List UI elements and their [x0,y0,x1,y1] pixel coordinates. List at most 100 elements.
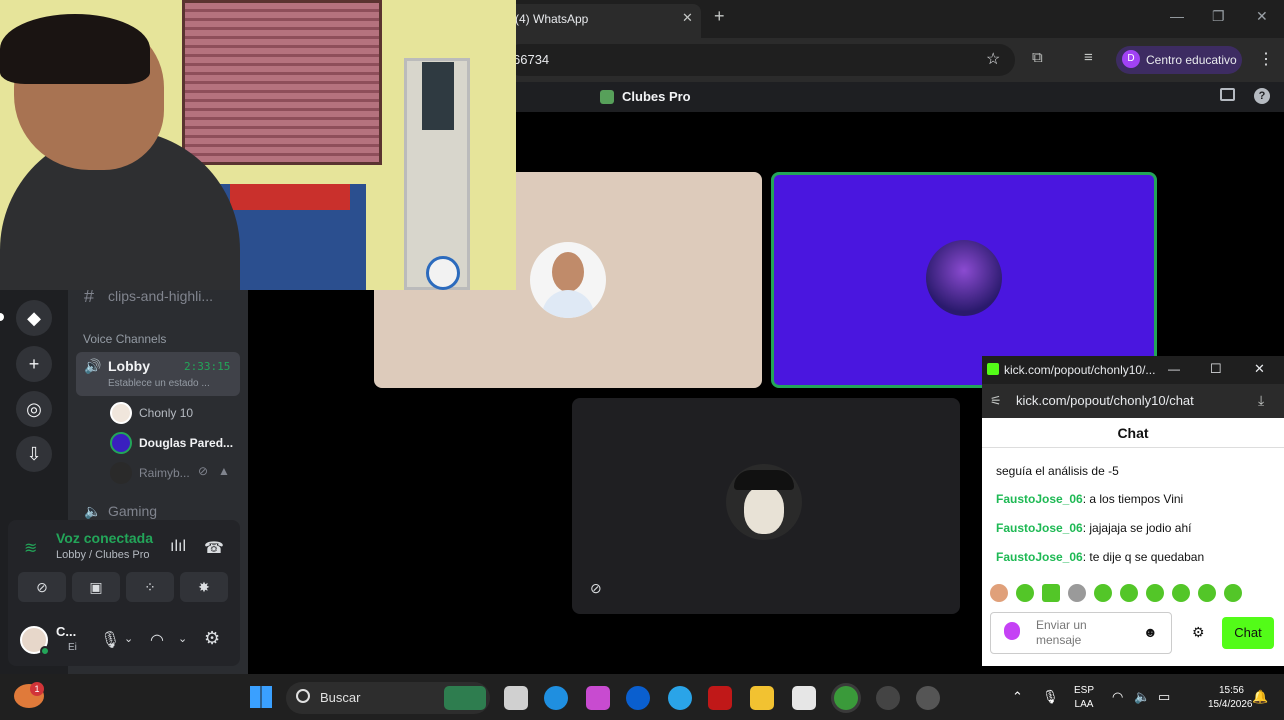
file-explorer-icon[interactable] [750,686,774,710]
close-popup-button[interactable]: ✕ [1254,361,1265,377]
voice-status[interactable]: Voz conectada [56,530,153,546]
browser-tab[interactable]: (4) WhatsApp [505,4,701,38]
emote-icon[interactable] [990,584,1008,602]
speaker-icon: 🔈 [84,503,102,519]
member-raimy[interactable]: Raimyb... [139,466,190,480]
lobby-status[interactable]: Establece un estado ... [108,378,226,389]
download-icon[interactable]: ⇩ [16,436,52,472]
emote-icon[interactable] [1016,584,1034,602]
noise-suppression-icon[interactable]: ılıl [170,538,186,556]
emote-icon[interactable] [1042,584,1060,602]
signal-icon[interactable]: ≋ [24,538,37,558]
chrome-menu-icon[interactable]: ⋮ [1258,49,1274,69]
address-bar[interactable]: 66734 [505,44,1015,76]
volume-icon[interactable]: 🔈 [1134,689,1150,705]
task-view-icon[interactable] [504,686,528,710]
tv-reflection [422,62,454,130]
battery-icon[interactable]: ▭ [1158,689,1170,705]
voice-channel-gaming[interactable]: Gaming [108,503,157,519]
clock-date: 15/4/2026 [1208,699,1253,710]
chat-text: : te dije q se quedaban [1082,550,1205,564]
chat-message: FaustoJose_06: a los tiempos Vini [996,492,1262,506]
window-blind [182,0,382,165]
voice-channels-header[interactable]: Voice Channels [83,332,166,346]
close-window-button[interactable]: ✕ [1256,8,1268,25]
language-indicator[interactable]: ESP LAA [1074,684,1094,712]
emote-icon[interactable] [1068,584,1086,602]
clock[interactable]: 15:56 15/4/2026 [1208,684,1253,712]
site-settings-icon[interactable]: ⚟ [990,393,1002,409]
headphones-icon[interactable]: ◠ [150,630,164,650]
copilot-icon[interactable] [586,686,610,710]
emote-icon[interactable] [1120,584,1138,602]
restore-button[interactable]: ❐ [1212,8,1225,25]
obs-icon[interactable] [876,686,900,710]
webcam-overlay [0,0,516,290]
user-name[interactable]: C... [56,624,76,639]
tab-close-icon[interactable]: ✕ [682,10,693,26]
kick-window-title: kick.com/popout/chonly10/... [982,356,1284,384]
microphone-tray-icon[interactable]: 🎙 [1042,689,1059,705]
mcafee-icon[interactable] [708,686,732,710]
windows-start-icon[interactable] [250,686,272,708]
chat-username[interactable]: FaustoJose_06 [996,521,1083,535]
add-server-icon[interactable]: + [16,346,52,382]
discord-home-icon[interactable]: ◆ [16,300,52,336]
member-douglas[interactable]: Douglas Pared... [139,436,233,450]
disconnect-icon[interactable]: ☎ [204,538,224,558]
bookmark-star-icon[interactable]: ☆ [986,49,1000,69]
chrome-icon[interactable] [834,686,858,710]
server-icon [600,90,614,104]
member-chonly[interactable]: Chonly 10 [139,406,193,420]
participant-avatar [530,242,606,318]
inbox-icon[interactable] [1220,88,1235,101]
microphone-icon[interactable]: 🎙 [100,630,120,650]
edge-icon[interactable] [544,686,568,710]
member-avatar [110,402,132,424]
channel-clips[interactable]: clips-and-highli... [108,288,213,304]
emote-icon[interactable] [1146,584,1164,602]
chat-send-button[interactable]: Chat [1222,617,1274,649]
notifications-bell-icon[interactable]: 🔔 [1252,689,1268,705]
clock-time: 15:56 [1218,685,1244,696]
activities-button[interactable]: ⁘ [126,572,174,602]
microsoft-store-icon[interactable] [792,686,816,710]
emote-icon[interactable] [1224,584,1242,602]
chat-username[interactable]: FaustoJose_06 [996,550,1083,564]
minimize-button[interactable]: — [1168,362,1180,376]
chevron-down-icon[interactable]: ⌄ [178,632,187,645]
kick-address-bar[interactable]: kick.com/popout/chonly10/chat [982,384,1284,418]
emoji-picker-icon[interactable]: ☻ [1143,624,1158,640]
media-player-icon[interactable] [916,686,940,710]
help-icon[interactable]: ? [1254,88,1270,104]
minimize-button[interactable]: — [1170,8,1184,24]
soundboard-button[interactable]: ✸ [180,572,228,602]
maximize-button[interactable]: ☐ [1210,361,1222,377]
chat-username[interactable]: FaustoJose_06 [996,492,1083,506]
tab-title: (4) WhatsApp [515,12,589,26]
participant-avatar [926,240,1002,316]
new-tab-button[interactable]: + [714,6,725,27]
emote-icon[interactable] [1172,584,1190,602]
hp-icon[interactable] [626,686,650,710]
chevron-down-icon[interactable]: ⌄ [124,632,133,645]
emote-icon[interactable] [1094,584,1112,602]
server-title: Clubes Pro [622,89,691,104]
media-queue-icon[interactable]: ≡ [1084,49,1093,66]
settings-gear-icon[interactable]: ⚙ [204,628,220,649]
camera-off-button[interactable]: ⊘ [18,572,66,602]
explore-compass-icon[interactable]: ◎ [16,391,52,427]
mic-icon[interactable] [1004,622,1020,640]
emote-icon[interactable] [1198,584,1216,602]
extensions-icon[interactable]: ⧉ [1032,49,1043,66]
weather-app-icon[interactable] [668,686,692,710]
screen-share-button[interactable]: ▣ [72,572,120,602]
speaker-icon: 🔊 [84,358,102,374]
tray-overflow-icon[interactable]: ⌃ [1012,689,1023,705]
chat-settings-icon[interactable]: ⚙ [1192,624,1205,641]
download-icon[interactable]: ⤓ [1258,392,1264,409]
wifi-icon[interactable]: ◠ [1112,689,1123,705]
voice-channel-path[interactable]: Lobby / Clubes Pro [56,549,150,561]
muted-mic-icon: ⊘ [590,580,602,596]
person-hair [0,14,150,84]
